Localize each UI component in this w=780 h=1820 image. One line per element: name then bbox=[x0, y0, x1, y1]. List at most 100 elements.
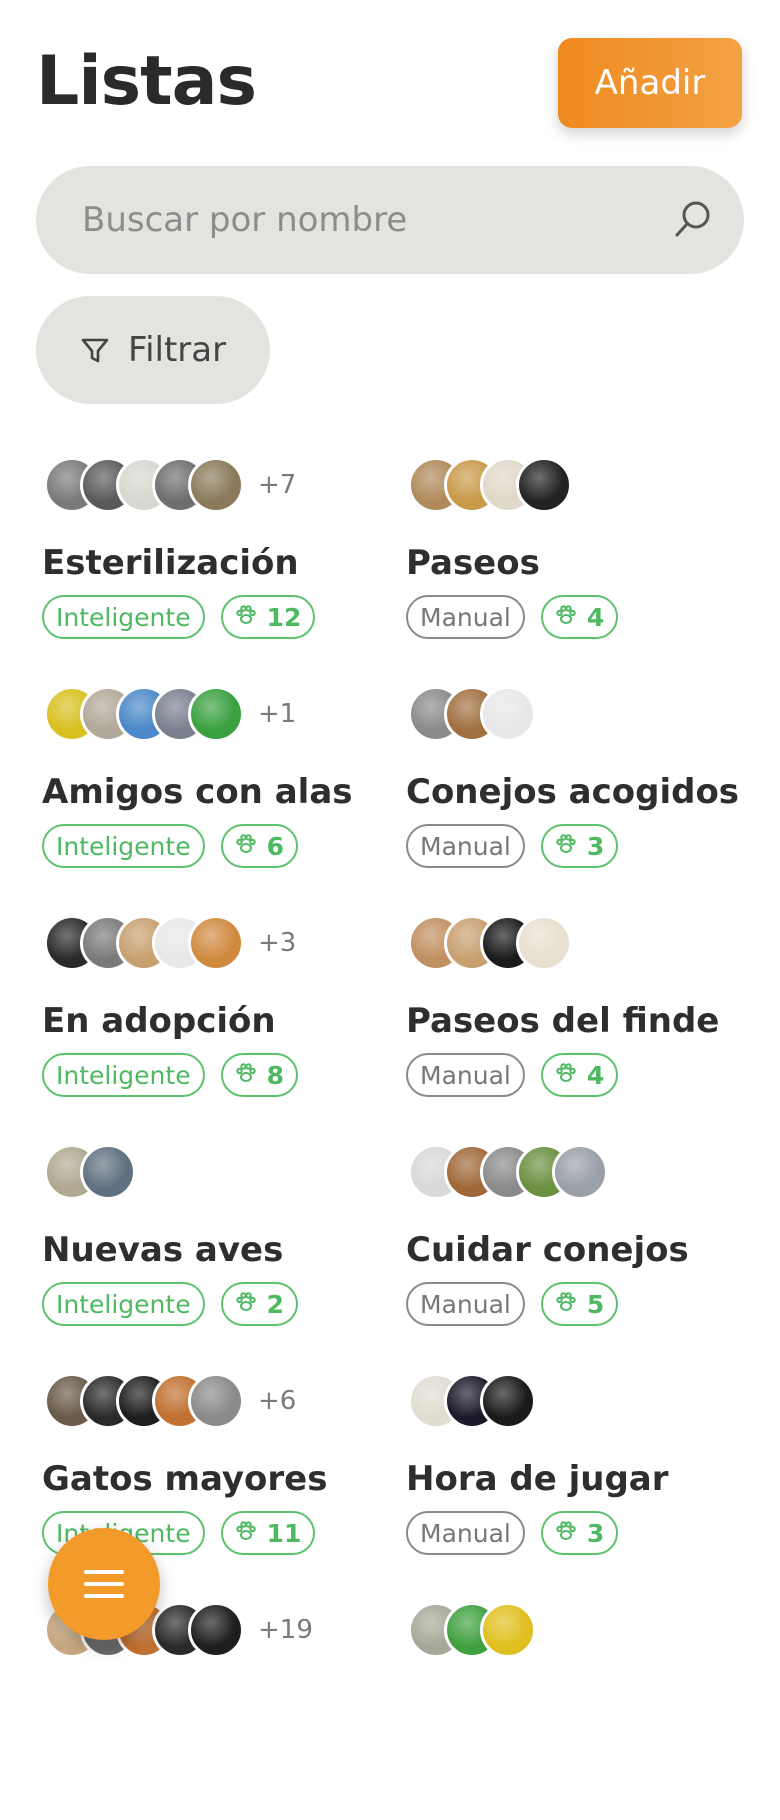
list-type-badge: Inteligente bbox=[42, 595, 205, 639]
list-type-badge: Inteligente bbox=[42, 1053, 205, 1097]
filter-button[interactable]: Filtrar bbox=[36, 296, 270, 404]
avatar-stack bbox=[408, 684, 550, 744]
avatar bbox=[188, 457, 244, 513]
pet-count: 8 bbox=[266, 1060, 284, 1090]
search-icon[interactable] bbox=[672, 198, 714, 240]
avatar-stack: +1 bbox=[44, 684, 296, 744]
list-name: Paseos bbox=[406, 543, 540, 583]
pet-count-badge: 3 bbox=[540, 824, 619, 868]
paw-icon bbox=[235, 603, 267, 632]
more-count: +6 bbox=[258, 1386, 297, 1416]
list-name: Paseos del finde bbox=[406, 1001, 720, 1041]
pet-count-badge: 4 bbox=[540, 1053, 619, 1097]
search-bar[interactable] bbox=[36, 166, 744, 274]
paw-icon bbox=[555, 832, 587, 861]
page-title: Listas bbox=[36, 42, 257, 121]
pet-count-badge: 6 bbox=[220, 824, 298, 868]
pet-count: 4 bbox=[586, 602, 605, 632]
paw-icon bbox=[555, 603, 587, 632]
list-card[interactable]: Paseos Manual 4 bbox=[400, 455, 760, 675]
list-type-badge: Inteligente bbox=[42, 1282, 205, 1326]
paw-icon bbox=[555, 1061, 587, 1090]
pet-count-badge: 2 bbox=[220, 1282, 298, 1326]
header: Listas Añadir bbox=[0, 0, 780, 160]
list-name: Cuidar conejos bbox=[406, 1230, 689, 1270]
avatar bbox=[188, 1602, 244, 1658]
avatar bbox=[552, 1144, 608, 1200]
paw-icon bbox=[235, 1519, 267, 1548]
list-badges: Manual 5 bbox=[406, 1282, 619, 1326]
pet-count: 5 bbox=[586, 1289, 605, 1319]
list-card[interactable]: +7 Esterilización Inteligente 12 bbox=[36, 455, 396, 675]
avatar-stack bbox=[408, 913, 586, 973]
paw-icon bbox=[235, 1290, 267, 1319]
pet-count: 6 bbox=[266, 831, 284, 861]
list-badges: Manual 3 bbox=[406, 1511, 619, 1555]
filter-label: Filtrar bbox=[128, 330, 227, 370]
list-name: Nuevas aves bbox=[42, 1230, 284, 1270]
pet-count: 3 bbox=[586, 1518, 605, 1548]
pet-count-badge: 12 bbox=[220, 595, 316, 639]
avatar bbox=[188, 915, 244, 971]
more-count: +7 bbox=[258, 470, 297, 500]
avatar-stack: +3 bbox=[44, 913, 296, 973]
pet-count-badge: 3 bbox=[540, 1511, 619, 1555]
list-type-badge: Manual bbox=[406, 1511, 525, 1555]
more-count: +19 bbox=[258, 1615, 313, 1645]
avatar-stack bbox=[408, 1142, 622, 1202]
list-name: Hora de jugar bbox=[406, 1459, 669, 1499]
list-card[interactable] bbox=[400, 1600, 760, 1820]
list-name: Gatos mayores bbox=[42, 1459, 328, 1499]
avatar bbox=[188, 1373, 244, 1429]
list-type-badge: Manual bbox=[406, 1053, 525, 1097]
list-card[interactable]: Paseos del finde Manual 4 bbox=[400, 913, 760, 1133]
avatar bbox=[480, 1602, 536, 1658]
more-count: +1 bbox=[258, 699, 297, 729]
list-card[interactable]: +3 En adopción Inteligente 8 bbox=[36, 913, 396, 1133]
avatar-stack bbox=[408, 1600, 550, 1660]
avatar bbox=[480, 1373, 536, 1429]
pet-count: 4 bbox=[586, 1060, 605, 1090]
paw-icon bbox=[555, 1519, 587, 1548]
list-badges: Inteligente 8 bbox=[42, 1053, 298, 1097]
paw-icon bbox=[235, 832, 267, 861]
avatar-stack bbox=[408, 455, 586, 515]
list-card[interactable]: Hora de jugar Manual 3 bbox=[400, 1371, 760, 1591]
paw-icon bbox=[555, 1290, 587, 1319]
pet-count-badge: 4 bbox=[540, 595, 619, 639]
list-name: En adopción bbox=[42, 1001, 276, 1041]
list-card[interactable]: +1 Amigos con alas Inteligente 6 bbox=[36, 684, 396, 904]
list-type-badge: Manual bbox=[406, 595, 525, 639]
avatar bbox=[80, 1144, 136, 1200]
avatar bbox=[516, 915, 572, 971]
list-badges: Inteligente 2 bbox=[42, 1282, 298, 1326]
add-button[interactable]: Añadir bbox=[558, 38, 742, 128]
pet-count: 2 bbox=[266, 1289, 284, 1319]
list-name: Esterilización bbox=[42, 543, 299, 583]
list-badges: Manual 3 bbox=[406, 824, 619, 868]
list-name: Conejos acogidos bbox=[406, 772, 740, 812]
pet-count: 3 bbox=[586, 831, 605, 861]
avatar-stack bbox=[44, 1142, 150, 1202]
list-type-badge: Manual bbox=[406, 824, 525, 868]
pet-count-badge: 11 bbox=[220, 1511, 316, 1555]
pet-count-badge: 5 bbox=[540, 1282, 619, 1326]
avatar-stack bbox=[408, 1371, 550, 1431]
list-name: Amigos con alas bbox=[42, 772, 353, 812]
pet-count: 12 bbox=[266, 602, 302, 632]
filter-icon bbox=[81, 338, 109, 363]
list-type-badge: Inteligente bbox=[42, 824, 205, 868]
pet-count: 11 bbox=[266, 1518, 302, 1548]
avatar bbox=[188, 686, 244, 742]
list-badges: Inteligente 12 bbox=[42, 595, 316, 639]
list-card[interactable]: Nuevas aves Inteligente 2 bbox=[36, 1142, 396, 1362]
pet-count-badge: 8 bbox=[220, 1053, 298, 1097]
more-count: +3 bbox=[258, 928, 297, 958]
search-input[interactable] bbox=[80, 199, 644, 241]
list-card[interactable]: Cuidar conejos Manual 5 bbox=[400, 1142, 760, 1362]
menu-fab[interactable] bbox=[48, 1528, 160, 1640]
list-badges: Inteligente 6 bbox=[42, 824, 298, 868]
list-card[interactable]: Conejos acogidos Manual 3 bbox=[400, 684, 760, 904]
avatar-stack: +7 bbox=[44, 455, 296, 515]
list-badges: Manual 4 bbox=[406, 1053, 619, 1097]
